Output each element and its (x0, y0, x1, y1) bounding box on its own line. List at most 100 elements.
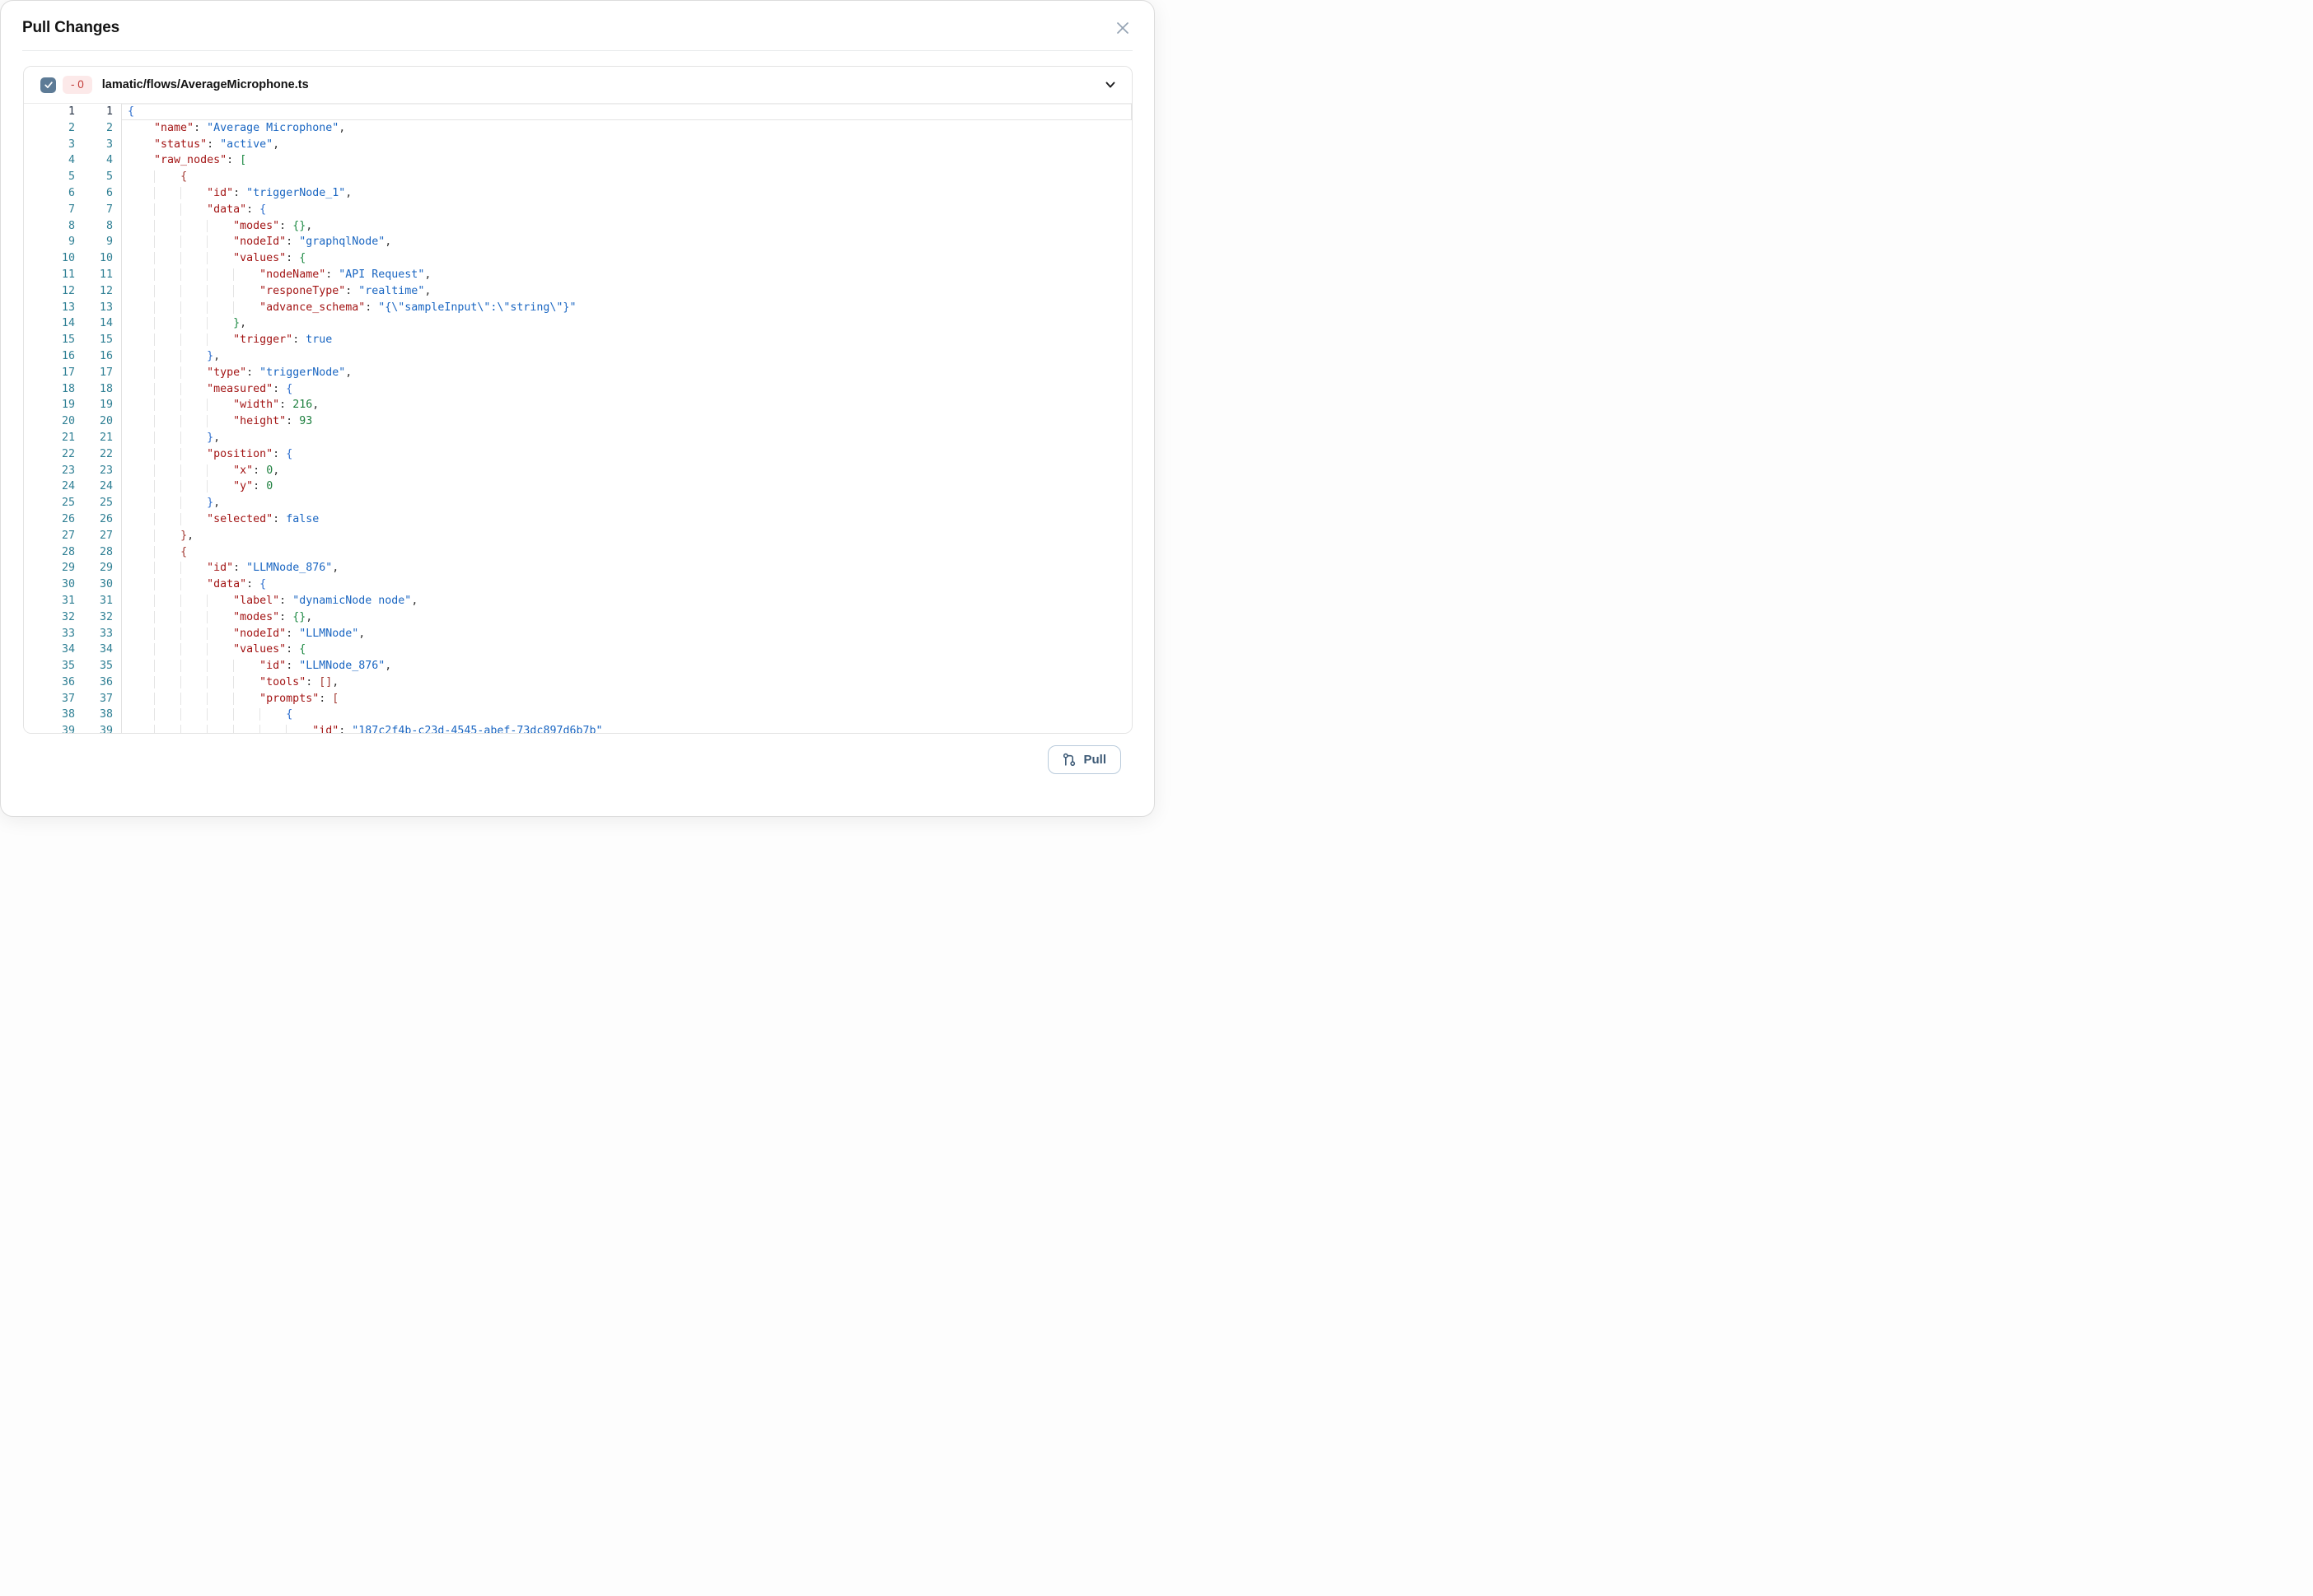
new-line-number: 24 (75, 478, 113, 495)
code-text: { (121, 544, 1132, 561)
code-text: "y": 0 (121, 478, 1132, 495)
code-line: 1010 "values": { (24, 250, 1132, 267)
old-line-number: 35 (24, 658, 75, 674)
new-line-number: 18 (75, 381, 113, 398)
code-text: "values": { (121, 250, 1132, 267)
code-line: 66 "id": "triggerNode_1", (24, 185, 1132, 202)
code-line: 22 "name": "Average Microphone", (24, 120, 1132, 137)
new-line-number: 12 (75, 283, 113, 300)
old-line-number: 24 (24, 478, 75, 495)
chevron-down-icon[interactable] (1104, 78, 1117, 91)
old-line-number: 14 (24, 315, 75, 332)
old-line-number: 8 (24, 218, 75, 235)
new-line-number: 22 (75, 446, 113, 463)
new-line-number: 16 (75, 348, 113, 365)
code-line: 2424 "y": 0 (24, 478, 1132, 495)
new-line-number: 27 (75, 528, 113, 544)
code-line: 3636 "tools": [], (24, 674, 1132, 691)
old-line-number: 10 (24, 250, 75, 267)
old-line-number: 28 (24, 544, 75, 561)
old-line-number: 18 (24, 381, 75, 398)
code-line: 3333 "nodeId": "LLMNode", (24, 626, 1132, 642)
code-text: "x": 0, (121, 463, 1132, 479)
new-line-number: 21 (75, 430, 113, 446)
code-line: 2929 "id": "LLMNode_876", (24, 560, 1132, 576)
code-text: { (121, 169, 1132, 185)
code-rows: 11 {22 "name": "Average Microphone", 33 "s… (24, 104, 1132, 733)
code-text: "nodeId": "graphqlNode", (121, 234, 1132, 250)
code-text: }, (121, 495, 1132, 511)
new-line-number: 36 (75, 674, 113, 691)
old-line-number: 34 (24, 642, 75, 658)
close-button[interactable] (1113, 18, 1133, 38)
new-line-number: 15 (75, 332, 113, 348)
old-line-number: 32 (24, 609, 75, 626)
code-line: 1818 "measured": { (24, 381, 1132, 398)
old-line-number: 11 (24, 267, 75, 283)
code-line: 88 "modes": {}, (24, 218, 1132, 235)
header-divider (22, 50, 1133, 51)
old-line-number: 38 (24, 707, 75, 723)
deletions-badge: - 0 (63, 76, 92, 94)
code-line: 2525 }, (24, 495, 1132, 511)
old-line-number: 36 (24, 674, 75, 691)
old-line-number: 25 (24, 495, 75, 511)
code-line: 1616 }, (24, 348, 1132, 365)
pull-button[interactable]: Pull (1048, 745, 1121, 774)
code-line: 2727 }, (24, 528, 1132, 544)
code-text: "modes": {}, (121, 609, 1132, 626)
code-text: "height": 93 (121, 413, 1132, 430)
code-text: "id": "LLMNode_876", (121, 658, 1132, 674)
old-line-number: 6 (24, 185, 75, 202)
code-line: 3131 "label": "dynamicNode node", (24, 593, 1132, 609)
old-line-number: 1 (24, 104, 75, 120)
new-line-number: 30 (75, 576, 113, 593)
code-text: "measured": { (121, 381, 1132, 398)
code-line: 3838 { (24, 707, 1132, 723)
old-line-number: 16 (24, 348, 75, 365)
code-line: 2222 "position": { (24, 446, 1132, 463)
code-line: 2626 "selected": false (24, 511, 1132, 528)
code-text: "values": { (121, 642, 1132, 658)
code-text: "width": 216, (121, 397, 1132, 413)
code-line: 1717 "type": "triggerNode", (24, 365, 1132, 381)
code-line: 44 "raw_nodes": [ (24, 152, 1132, 169)
code-text: "name": "Average Microphone", (121, 120, 1132, 137)
new-line-number: 32 (75, 609, 113, 626)
code-text: }, (121, 348, 1132, 365)
code-line: 77 "data": { (24, 202, 1132, 218)
file-name: lamatic/flows/AverageMicrophone.ts (102, 78, 309, 91)
new-line-number: 29 (75, 560, 113, 576)
code-line: 2828 { (24, 544, 1132, 561)
new-line-number: 5 (75, 169, 113, 185)
code-text: "trigger": true (121, 332, 1132, 348)
code-text: "label": "dynamicNode node", (121, 593, 1132, 609)
old-line-number: 26 (24, 511, 75, 528)
code-line: 3030 "data": { (24, 576, 1132, 593)
code-text: "id": "LLMNode_876", (121, 560, 1132, 576)
code-line: 3535 "id": "LLMNode_876", (24, 658, 1132, 674)
code-text: "responeType": "realtime", (121, 283, 1132, 300)
diff-code-viewport[interactable]: 11 {22 "name": "Average Microphone", 33 "s… (24, 104, 1132, 733)
new-line-number: 28 (75, 544, 113, 561)
old-line-number: 31 (24, 593, 75, 609)
file-checkbox[interactable] (40, 77, 56, 93)
new-line-number: 8 (75, 218, 113, 235)
code-text: { (121, 104, 1132, 120)
code-text: "status": "active", (121, 137, 1132, 153)
file-header-row[interactable]: - 0 lamatic/flows/AverageMicrophone.ts (24, 67, 1132, 104)
new-line-number: 4 (75, 152, 113, 169)
git-pull-request-icon (1063, 753, 1077, 767)
code-text: "id": "triggerNode_1", (121, 185, 1132, 202)
page-title: Pull Changes (22, 19, 119, 37)
old-line-number: 33 (24, 626, 75, 642)
old-line-number: 7 (24, 202, 75, 218)
new-line-number: 39 (75, 723, 113, 733)
old-line-number: 3 (24, 137, 75, 153)
old-line-number: 23 (24, 463, 75, 479)
new-line-number: 20 (75, 413, 113, 430)
old-line-number: 29 (24, 560, 75, 576)
new-line-number: 10 (75, 250, 113, 267)
old-line-number: 21 (24, 430, 75, 446)
code-text: "raw_nodes": [ (121, 152, 1132, 169)
